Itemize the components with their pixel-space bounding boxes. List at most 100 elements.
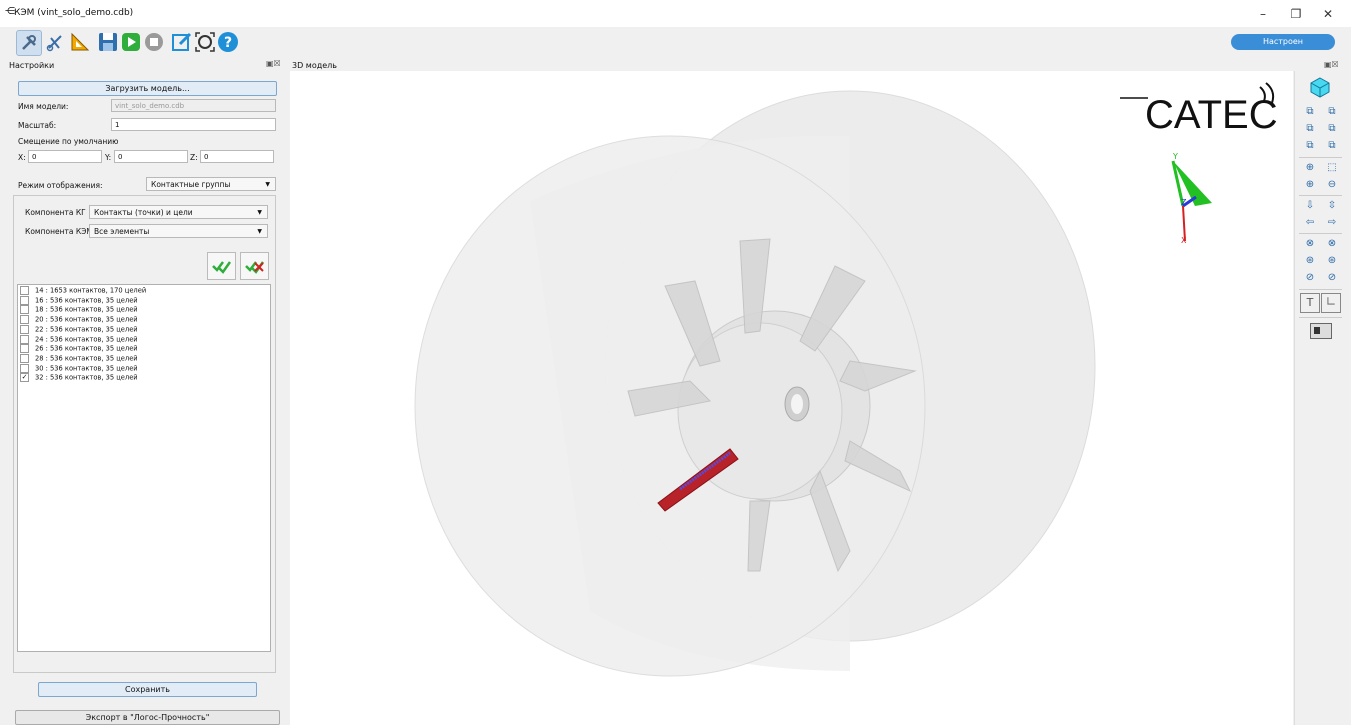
- view-right-icon[interactable]: ⧉: [1323, 122, 1341, 136]
- contact-groups-list[interactable]: 14 : 1653 контактов, 170 целей 16 : 536 …: [17, 284, 271, 652]
- display-mode-label: Режим отображения:: [18, 181, 103, 190]
- window-title: КЭМ (vint_solo_demo.cdb): [14, 8, 134, 18]
- viewport-float-icon[interactable]: ▣☒: [1324, 60, 1339, 69]
- close-button[interactable]: ✕: [1313, 4, 1343, 24]
- viewport-title: 3D модель: [292, 61, 338, 70]
- model-name-field[interactable]: vint_solo_demo.cdb: [111, 99, 276, 112]
- checkbox[interactable]: [20, 334, 29, 344]
- fit-icon[interactable]: [193, 30, 217, 54]
- stop-icon[interactable]: [142, 30, 166, 54]
- rotate-z-icon[interactable]: ⊘: [1301, 271, 1319, 285]
- axis-triad: Y Z X: [1171, 152, 1212, 245]
- rotate-x-reverse-icon[interactable]: ⊗: [1323, 237, 1341, 251]
- checkbox[interactable]: [20, 305, 29, 315]
- display-mode-select[interactable]: Контактные группы ▼: [146, 177, 276, 191]
- 3d-viewport[interactable]: CATEC Y Z X: [290, 71, 1293, 725]
- checkbox[interactable]: [20, 363, 29, 373]
- restore-button[interactable]: ❐: [1281, 4, 1311, 24]
- checkbox[interactable]: [20, 286, 29, 295]
- list-item[interactable]: 28 : 536 контактов, 35 целей: [20, 353, 138, 364]
- list-item[interactable]: 22 : 536 контактов, 35 целей: [20, 324, 138, 335]
- measure-icon[interactable]: [68, 30, 92, 54]
- checkbox[interactable]: [20, 353, 29, 363]
- svg-text:?: ?: [224, 35, 232, 51]
- panel-float-icon[interactable]: ▣☒: [266, 59, 281, 68]
- kg-component-label: Компонента КГ: [25, 208, 86, 217]
- uncheck-all-button[interactable]: [240, 252, 269, 280]
- view-back-icon[interactable]: ⧉: [1323, 105, 1341, 119]
- zoom-window-icon[interactable]: ⬚: [1323, 161, 1341, 175]
- kem-component-value: Все элементы: [94, 227, 150, 236]
- pan-right-icon[interactable]: ⇨: [1323, 216, 1341, 230]
- list-item[interactable]: 24 : 536 контактов, 35 целей: [20, 334, 138, 345]
- kg-component-select[interactable]: Контакты (точки) и цели ▼: [89, 205, 268, 219]
- chevron-down-icon: ▼: [257, 228, 262, 235]
- offset-x-field[interactable]: 0: [28, 150, 102, 163]
- chevron-down-icon: ▼: [265, 181, 270, 188]
- x-label: X:: [18, 153, 26, 162]
- logo-text: CATEC: [1145, 93, 1278, 137]
- axis-y-label: Y: [1172, 152, 1178, 161]
- run-icon[interactable]: [119, 30, 143, 54]
- save-button[interactable]: Сохранить: [38, 682, 257, 697]
- help-icon[interactable]: ?: [216, 30, 240, 54]
- pan-up-icon[interactable]: ⇳: [1323, 199, 1341, 213]
- rotate-y-reverse-icon[interactable]: ⊛: [1323, 254, 1341, 268]
- checkbox[interactable]: [20, 295, 29, 305]
- cut-icon[interactable]: [43, 30, 67, 54]
- pan-left-icon[interactable]: ⇦: [1301, 216, 1319, 230]
- pan-down-icon[interactable]: ⇩: [1301, 199, 1319, 213]
- kg-groupbox: Компонента КГ Контакты (точки) и цели ▼ К…: [13, 195, 276, 673]
- list-item[interactable]: 14 : 1653 контактов, 170 целей: [20, 286, 146, 296]
- settings-icon[interactable]: [16, 30, 42, 56]
- panel-title: Настройки: [9, 61, 55, 70]
- rotate-z-reverse-icon[interactable]: ⊘: [1323, 271, 1341, 285]
- zoom-fit-icon[interactable]: ⊕: [1301, 161, 1319, 175]
- z-label: Z:: [190, 153, 198, 162]
- view-toolbar: ⧉ ⧉ ⧉ ⧉ ⧉ ⧉ ⊕ ⬚ ⊕ ⊖ ⇩ ⇳ ⇦ ⇨ ⊗ ⊗ ⊛ ⊛ ⊘ ⊘ …: [1294, 71, 1346, 725]
- text-label-icon[interactable]: T: [1300, 293, 1320, 313]
- settings-panel: Настройки ▣☒ Загрузить модель... Имя мод…: [4, 59, 283, 725]
- screenshot-icon[interactable]: [1310, 323, 1332, 339]
- view-top-icon[interactable]: ⧉: [1301, 139, 1319, 153]
- display-mode-value: Контактные группы: [151, 180, 231, 189]
- list-item[interactable]: 20 : 536 контактов, 35 целей: [20, 315, 138, 325]
- scale-field[interactable]: 1: [111, 118, 276, 131]
- list-item[interactable]: ✓ 32 : 536 контактов, 35 целей: [20, 373, 138, 383]
- rotate-y-icon[interactable]: ⊛: [1301, 254, 1319, 268]
- save-icon[interactable]: [96, 30, 120, 54]
- list-item[interactable]: 30 : 536 контактов, 35 целей: [20, 363, 138, 374]
- list-item[interactable]: 26 : 536 контактов, 35 целей: [20, 344, 138, 354]
- uncheck-all-icon: [245, 261, 265, 274]
- check-all-icon: [212, 261, 232, 274]
- status-badge: Настроен: [1231, 34, 1335, 50]
- offset-y-field[interactable]: 0: [114, 150, 188, 163]
- view-bottom-icon[interactable]: ⧉: [1323, 139, 1341, 153]
- check-all-button[interactable]: [207, 252, 236, 280]
- checkbox[interactable]: ✓: [20, 373, 29, 383]
- minimize-button[interactable]: –: [1248, 4, 1278, 24]
- iso-view-icon[interactable]: [1309, 76, 1331, 98]
- y-label: Y:: [105, 153, 112, 162]
- list-item[interactable]: 18 : 536 контактов, 35 целей: [20, 305, 138, 315]
- rotate-x-icon[interactable]: ⊗: [1301, 237, 1319, 251]
- load-model-button[interactable]: Загрузить модель...: [18, 81, 277, 96]
- view-front-icon[interactable]: ⧉: [1301, 105, 1319, 119]
- list-item[interactable]: 16 : 536 контактов, 35 целей: [20, 295, 138, 306]
- model-name-label: Имя модели:: [18, 102, 69, 111]
- 3d-model-scene[interactable]: CATEC Y Z X: [290, 71, 1293, 725]
- corner-frame-icon[interactable]: ∟: [1321, 293, 1341, 313]
- checkbox[interactable]: [20, 315, 29, 325]
- kg-component-value: Контакты (точки) и цели: [94, 208, 193, 217]
- checkbox[interactable]: [20, 324, 29, 334]
- edit-icon[interactable]: [170, 30, 194, 54]
- view-left-icon[interactable]: ⧉: [1301, 122, 1319, 136]
- axis-x-label: X: [1181, 236, 1187, 245]
- export-button[interactable]: Экспорт в "Логос-Прочность": [15, 710, 280, 725]
- offset-z-field[interactable]: 0: [200, 150, 274, 163]
- zoom-in-icon[interactable]: ⊕: [1301, 178, 1319, 192]
- kem-component-select[interactable]: Все элементы ▼: [89, 224, 268, 238]
- zoom-out-icon[interactable]: ⊖: [1323, 178, 1341, 192]
- checkbox[interactable]: [20, 344, 29, 354]
- main-toolbar: ? Настроен: [0, 27, 1351, 59]
